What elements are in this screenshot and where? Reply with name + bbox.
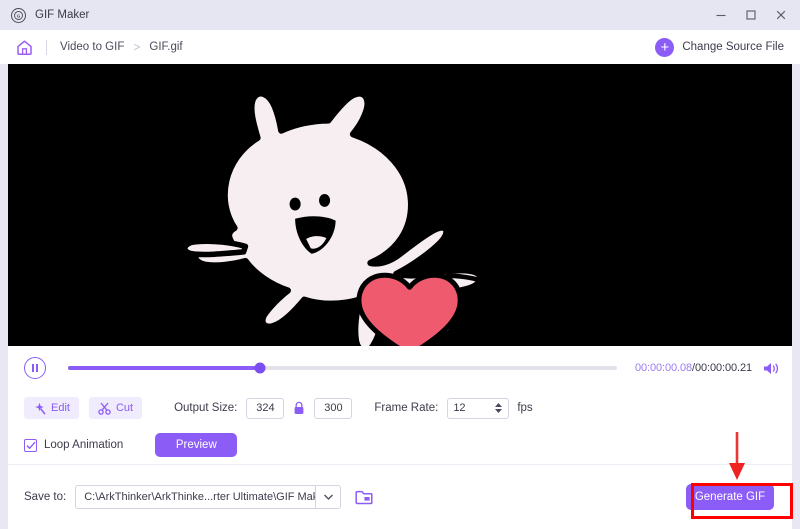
edit-button[interactable]: Edit — [24, 397, 79, 419]
video-preview[interactable] — [8, 64, 792, 346]
window-title: GIF Maker — [35, 9, 90, 21]
cut-label: Cut — [115, 402, 134, 414]
breadcrumb-bar: Video to GIF > GIF.gif + Change Source F… — [0, 30, 800, 64]
gif-maker-window: G GIF Maker Video to GIF > GIF.gif + Cha… — [0, 0, 800, 529]
output-width-input[interactable]: 324 — [246, 397, 285, 419]
breadcrumb-item-gif-file[interactable]: GIF.gif — [149, 41, 182, 53]
breadcrumb-item-video-to-gif[interactable]: Video to GIF — [60, 41, 124, 53]
total-time: 00:00:00.21 — [694, 362, 752, 374]
progress-slider[interactable] — [68, 362, 617, 374]
preview-button[interactable]: Preview — [155, 433, 238, 457]
spinner-arrows-icon[interactable] — [495, 403, 503, 413]
bunny-heart-illustration — [182, 90, 495, 346]
save-to-label: Save to: — [24, 491, 67, 503]
frame-rate-input[interactable]: 12 — [447, 397, 510, 419]
plus-circle-icon: + — [655, 37, 675, 57]
change-source-file-button[interactable]: + Change Source File — [655, 30, 784, 64]
progress-fill — [68, 366, 261, 370]
frame-rate-label: Frame Rate: — [374, 402, 439, 414]
output-size-label: Output Size: — [174, 402, 238, 414]
scissors-icon — [98, 402, 111, 415]
chevron-down-icon[interactable] — [315, 485, 342, 509]
close-icon[interactable] — [766, 2, 796, 28]
chevron-right-icon: > — [133, 40, 141, 54]
change-source-file-label: Change Source File — [682, 41, 784, 53]
svg-text:G: G — [17, 13, 21, 18]
magic-wand-icon — [35, 402, 46, 415]
options-row: Edit Cut Output Size: 324 300 Frame Rate… — [8, 390, 792, 426]
cut-button[interactable]: Cut — [88, 397, 143, 419]
title-bar: G GIF Maker — [0, 0, 800, 30]
player-row: 00:00:00.08/00:00:00.21 — [8, 346, 792, 390]
maximize-icon[interactable] — [736, 2, 766, 28]
lock-icon[interactable] — [293, 401, 305, 415]
loop-row: Loop Animation Preview — [8, 426, 792, 464]
window-controls — [706, 0, 796, 30]
pause-icon[interactable] — [24, 357, 46, 379]
loop-animation-checkbox[interactable] — [24, 438, 37, 452]
gif-app-icon: G — [11, 7, 26, 23]
folder-open-icon[interactable] — [355, 489, 373, 505]
breadcrumb-divider — [46, 39, 47, 55]
current-time: 00:00:00.08 — [635, 362, 693, 374]
frame-rate-value: 12 — [453, 402, 466, 414]
minimize-icon[interactable] — [706, 2, 736, 28]
home-icon[interactable] — [14, 37, 34, 57]
volume-icon[interactable] — [762, 361, 780, 376]
generate-gif-button[interactable]: Generate GIF — [686, 484, 774, 510]
progress-thumb[interactable] — [254, 362, 266, 374]
time-display: 00:00:00.08/00:00:00.21 — [635, 362, 752, 374]
edit-label: Edit — [51, 402, 70, 414]
controls-panel: 00:00:00.08/00:00:00.21 Edit Cut Output … — [8, 346, 792, 529]
save-row: Save to: C:\ArkThinker\ArkThinke...rter … — [8, 464, 792, 529]
save-path-input[interactable]: C:\ArkThinker\ArkThinke...rter Ultimate\… — [75, 485, 316, 509]
output-height-input[interactable]: 300 — [314, 397, 353, 419]
fps-label: fps — [517, 402, 533, 414]
loop-animation-label: Loop Animation — [44, 439, 124, 451]
